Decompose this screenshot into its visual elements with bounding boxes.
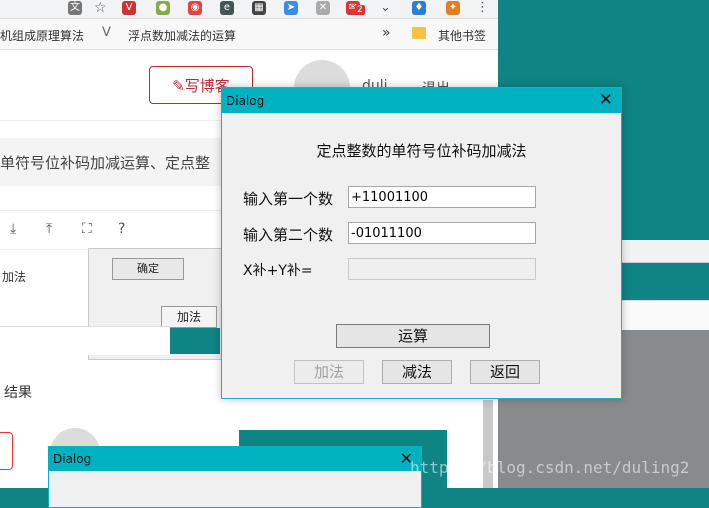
first-number-label: 输入第一个数 [243, 190, 334, 208]
help-icon[interactable]: ? [118, 221, 125, 237]
e-extension-icon[interactable]: e [220, 1, 234, 15]
secondary-dialog-title: Dialog [53, 452, 92, 466]
location-extension-icon[interactable]: ♦ [412, 1, 426, 15]
add-button[interactable]: 加法 [294, 360, 364, 384]
dialog-window: Dialog ✕ 定点整数的单符号位补码加减法 输入第一个数 输入第二个数 X补… [221, 87, 622, 399]
red-button-fragment[interactable] [0, 432, 13, 470]
close-icon[interactable]: ✕ [599, 90, 613, 110]
embedded-mini-screenshot [0, 326, 170, 355]
fullscreen-icon[interactable]: ⛶ [82, 221, 92, 237]
fox-extension-icon[interactable]: ✦ [446, 1, 460, 15]
result-heading: 结果 [4, 385, 32, 401]
extension-toolbar: 文 ☆ V ● ◉ e ▦ ➤ ✕ ✉ 2 ⌄ ♦ ✦ ⋮ [0, 0, 498, 19]
dialog-titlebar[interactable]: Dialog ✕ [222, 88, 621, 113]
notification-badge: 2 [355, 5, 365, 15]
bookmark-favicon-icon: ᐯ [102, 25, 111, 40]
secondary-dialog-titlebar[interactable]: Dialog ✕ [49, 447, 421, 471]
download-icon[interactable]: ⤓ [10, 221, 16, 237]
pocket-icon[interactable]: ⌄ [380, 0, 391, 15]
other-bookmarks[interactable]: 其他书签 [438, 27, 486, 44]
dialog-title: Dialog [226, 94, 265, 108]
bookmark-item[interactable]: 机组成原理算法 [0, 27, 84, 44]
watermark: https://blog.csdn.net/duling2 [410, 458, 690, 477]
bookmark-item[interactable]: 浮点数加减法的运算 [128, 27, 236, 44]
add-label: 加法 [2, 270, 27, 284]
folder-icon [412, 27, 426, 39]
embedded-teal-strip [170, 328, 220, 354]
subtract-button[interactable]: 减法 [382, 360, 452, 384]
result-output [348, 258, 536, 280]
article-title: 单符号位补码加减运算、定点整 [0, 154, 211, 172]
bookmarks-bar: 机组成原理算法 ᐯ 浮点数加减法的运算 » 其他书签 [0, 19, 498, 50]
back-button[interactable]: 返回 [470, 360, 540, 384]
embedded-add-button: 加法 [161, 306, 217, 328]
upload-icon[interactable]: ⤒ [46, 221, 52, 237]
arrow-extension-icon[interactable]: ➤ [284, 1, 298, 15]
menu-dots-icon[interactable]: ⋮ [476, 0, 489, 15]
qr-code-icon[interactable]: ▦ [252, 1, 266, 15]
bookmarks-overflow-icon[interactable]: » [382, 25, 391, 41]
pencil-icon: ✎ [172, 77, 185, 95]
translate-icon[interactable]: 文 [68, 1, 82, 15]
second-number-input[interactable] [348, 222, 536, 244]
result-label: X补+Y补= [243, 263, 313, 279]
compute-button[interactable]: 运算 [336, 324, 490, 348]
background-window-strip [620, 240, 709, 263]
background-window-strip [620, 300, 709, 331]
first-number-input[interactable] [348, 186, 536, 208]
extension-icon[interactable]: ● [156, 1, 170, 15]
gray-extension-icon[interactable]: ✕ [316, 1, 330, 15]
camera-extension-icon[interactable]: ◉ [188, 1, 202, 15]
dialog-heading: 定点整数的单符号位补码加减法 [316, 142, 527, 160]
second-number-label: 输入第二个数 [243, 226, 334, 244]
vivaldi-icon[interactable]: V [122, 1, 136, 15]
star-icon[interactable]: ☆ [94, 0, 107, 16]
embedded-ok-button: 确定 [112, 258, 184, 280]
secondary-dialog: Dialog ✕ [48, 446, 422, 508]
